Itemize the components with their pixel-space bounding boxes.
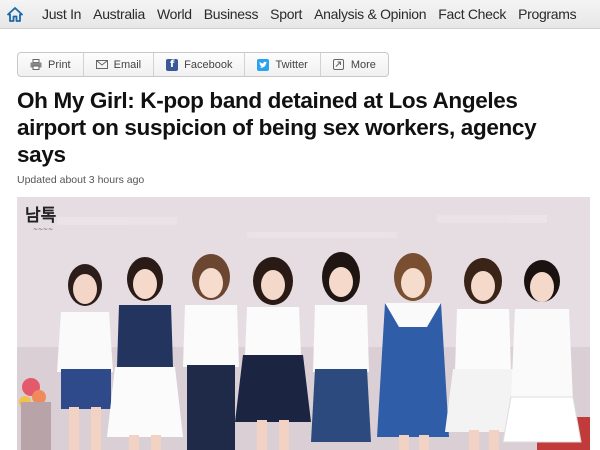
home-button[interactable] bbox=[0, 0, 30, 29]
nav-item-fact-check[interactable]: Fact Check bbox=[432, 6, 512, 22]
twitter-icon bbox=[257, 58, 270, 71]
nav-item-analysis-opinion[interactable]: Analysis & Opinion bbox=[308, 6, 432, 22]
more-button[interactable]: More bbox=[321, 53, 388, 76]
print-button[interactable]: Print bbox=[18, 53, 84, 76]
nav-item-business[interactable]: Business bbox=[198, 6, 264, 22]
email-label: Email bbox=[113, 58, 142, 71]
print-label: Print bbox=[48, 58, 71, 71]
svg-text:~~~~: ~~~~ bbox=[33, 226, 53, 233]
nav-item-just-in[interactable]: Just In bbox=[30, 6, 87, 22]
home-icon bbox=[7, 6, 23, 22]
nav-item-sport[interactable]: Sport bbox=[264, 6, 308, 22]
share-toolbar: Print Email f Facebook Twitter More bbox=[17, 52, 389, 77]
facebook-button[interactable]: f Facebook bbox=[154, 53, 246, 76]
article-photo: 남톡 ~~~~ bbox=[17, 197, 590, 450]
facebook-label: Facebook bbox=[184, 58, 233, 71]
article-headline: Oh My Girl: K-pop band detained at Los A… bbox=[17, 88, 537, 167]
share-more-icon bbox=[333, 59, 345, 71]
twitter-label: Twitter bbox=[275, 58, 308, 71]
facebook-icon: f bbox=[166, 58, 179, 71]
envelope-icon bbox=[95, 59, 108, 71]
more-label: More bbox=[350, 58, 376, 71]
nav-item-programs[interactable]: Programs bbox=[512, 6, 582, 22]
nav-item-australia[interactable]: Australia bbox=[87, 6, 151, 22]
watermark-logo: 남톡 bbox=[25, 206, 57, 226]
updated-timestamp: Updated about 3 hours ago bbox=[17, 174, 145, 186]
top-nav: Just In Australia World Business Sport A… bbox=[0, 0, 600, 29]
email-button[interactable]: Email bbox=[84, 53, 155, 76]
group-photo-illustration: 남톡 ~~~~ bbox=[17, 197, 590, 450]
twitter-button[interactable]: Twitter bbox=[245, 53, 321, 76]
printer-icon bbox=[30, 59, 42, 71]
nav-item-world[interactable]: World bbox=[151, 6, 198, 22]
